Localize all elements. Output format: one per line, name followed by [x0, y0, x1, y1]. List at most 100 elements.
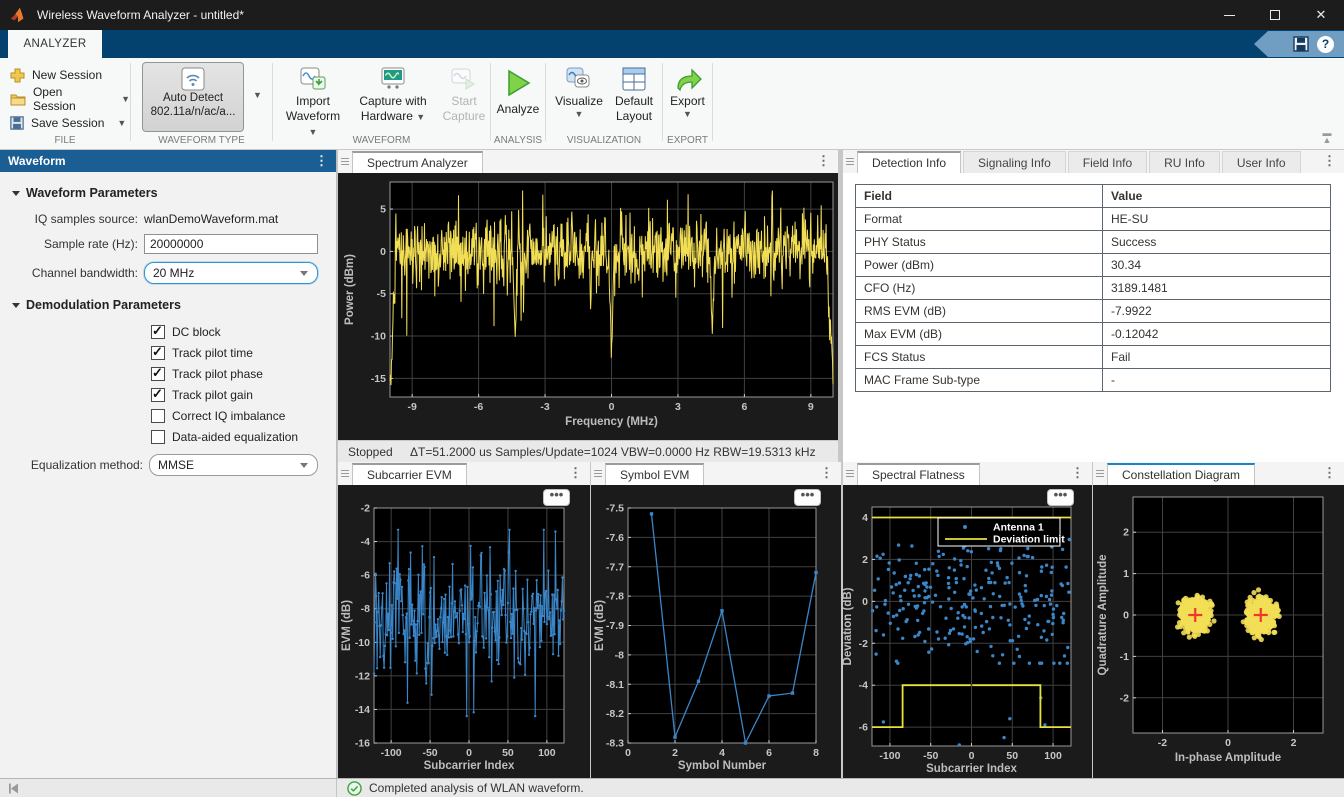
svg-text:-9: -9 — [407, 401, 416, 413]
close-button[interactable]: ✕ — [1298, 0, 1344, 30]
table-header-value: Value — [1103, 185, 1331, 208]
checkbox-box[interactable] — [151, 409, 165, 423]
capture-dropdown-icon: ▼ — [416, 112, 425, 122]
tab-constellation-diagram[interactable]: Constellation Diagram — [1107, 463, 1255, 485]
checkbox-data-aided-equalization[interactable]: Data-aided equalization — [151, 429, 336, 444]
table-row[interactable]: FormatHE-SU — [856, 208, 1331, 231]
checkbox-box[interactable] — [151, 430, 165, 444]
value-cell: Success — [1103, 231, 1331, 254]
svg-text:-8.1: -8.1 — [606, 679, 624, 691]
equalization-method-dropdown[interactable]: MMSE — [149, 454, 318, 476]
tab-spectral-flatness[interactable]: Spectral Flatness — [857, 463, 980, 485]
plot-toolbar-dots-button[interactable]: ••• — [1047, 489, 1074, 506]
open-session-button[interactable]: Open Session ▼ — [0, 87, 130, 111]
checkbox-box[interactable] — [151, 388, 165, 402]
checkbox-correct-iq-imbalance[interactable]: Correct IQ imbalance — [151, 408, 336, 423]
checkbox-track-pilot-time[interactable]: Track pilot time — [151, 345, 336, 360]
tab-signaling-info[interactable]: Signaling Info — [963, 151, 1066, 173]
panel-drag-handle[interactable] — [338, 150, 352, 173]
panel-drag-handle[interactable] — [338, 462, 352, 485]
panel-drag-handle[interactable] — [1093, 462, 1107, 485]
checkbox-box[interactable] — [151, 325, 165, 339]
table-row[interactable]: FCS StatusFail — [856, 346, 1331, 369]
matlab-logo-icon — [9, 6, 27, 24]
import-waveform-button[interactable]: Import Waveform ▼ — [285, 64, 341, 139]
tab-subcarrier-evm[interactable]: Subcarrier EVM — [352, 463, 467, 485]
export-dropdown-icon[interactable]: ▼ — [683, 109, 692, 119]
table-row[interactable]: MAC Frame Sub-type- — [856, 369, 1331, 392]
waveform-parameters-header[interactable]: Waveform Parameters — [0, 186, 336, 200]
checkbox-box[interactable] — [151, 346, 165, 360]
help-icon[interactable]: ? — [1317, 36, 1334, 53]
svg-text:EVM (dB): EVM (dB) — [341, 600, 353, 651]
minimize-button[interactable] — [1206, 0, 1252, 30]
svg-text:-14: -14 — [355, 704, 370, 716]
waveform-panel-menu-icon[interactable]: ⋮ — [315, 153, 328, 169]
collapse-panel-icon[interactable] — [8, 783, 20, 794]
capture-with-hardware-button[interactable]: Capture with Hardware ▼ — [351, 64, 435, 124]
tab-field-info[interactable]: Field Info — [1068, 151, 1147, 173]
svg-text:-2: -2 — [1120, 692, 1129, 704]
tab-ru-info[interactable]: RU Info — [1149, 151, 1220, 173]
save-session-button[interactable]: Save Session ▼ — [0, 111, 130, 135]
spectrum-panel-menu-icon[interactable]: ⋮ — [817, 153, 830, 169]
checkbox-box[interactable] — [151, 367, 165, 381]
tab-symbol-evm[interactable]: Symbol EVM — [605, 463, 704, 485]
info-panel-menu-icon[interactable]: ⋮ — [1323, 153, 1336, 169]
table-row[interactable]: CFO (Hz)3189.1481 — [856, 277, 1331, 300]
maximize-button[interactable] — [1252, 0, 1298, 30]
save-session-dropdown-icon[interactable]: ▼ — [117, 118, 126, 128]
svg-text:-4: -4 — [859, 680, 868, 692]
iq-samples-source-value: wlanDemoWaveform.mat — [144, 212, 278, 226]
panel-drag-handle[interactable] — [843, 150, 857, 173]
export-button[interactable]: Export ▼ — [664, 64, 711, 119]
field-cell: RMS EVM (dB) — [856, 300, 1103, 323]
demodulation-parameters-header[interactable]: Demodulation Parameters — [0, 298, 336, 312]
title-bar: Wireless Waveform Analyzer - untitled* ✕ — [0, 0, 1344, 30]
detection-info-panel: Detection InfoSignaling InfoField InfoRU… — [843, 150, 1344, 462]
svg-text:-6: -6 — [474, 401, 483, 413]
svg-text:-10: -10 — [355, 637, 370, 649]
auto-detect-button[interactable]: Auto Detect 802.11a/n/ac/a... — [142, 62, 244, 132]
table-row[interactable]: PHY StatusSuccess — [856, 231, 1331, 254]
table-row[interactable]: RMS EVM (dB)-7.9922 — [856, 300, 1331, 323]
status-message: Completed analysis of WLAN waveform. — [369, 781, 584, 795]
checkbox-track-pilot-phase[interactable]: Track pilot phase — [151, 366, 336, 381]
table-row[interactable]: Max EVM (dB)-0.12042 — [856, 323, 1331, 346]
svg-text:Subcarrier Index: Subcarrier Index — [424, 760, 515, 772]
value-cell: Fail — [1103, 346, 1331, 369]
subcarrier-panel-menu-icon[interactable]: ⋮ — [569, 465, 582, 481]
flatness-panel-menu-icon[interactable]: ⋮ — [1071, 465, 1084, 481]
collapse-ribbon-icon[interactable]: ▬▲ — [1318, 130, 1336, 144]
default-layout-icon — [621, 66, 647, 92]
spectrum-status-strip: Stopped ΔT=51.2000 us Samples/Update=102… — [338, 440, 838, 462]
waveform-type-dropdown-icon[interactable]: ▼ — [253, 90, 262, 100]
analyze-button[interactable]: Analyze — [493, 64, 543, 117]
tab-detection-info[interactable]: Detection Info — [857, 151, 961, 173]
constellation-panel-menu-icon[interactable]: ⋮ — [1323, 465, 1336, 481]
open-session-dropdown-icon[interactable]: ▼ — [121, 94, 130, 104]
value-cell: HE-SU — [1103, 208, 1331, 231]
default-layout-button[interactable]: Default Layout — [608, 64, 660, 124]
field-cell: MAC Frame Sub-type — [856, 369, 1103, 392]
visualize-button[interactable]: Visualize ▼ — [550, 64, 608, 119]
visualize-dropdown-icon[interactable]: ▼ — [575, 109, 584, 119]
new-session-button[interactable]: New Session — [0, 63, 130, 87]
equalization-method-label: Equalization method: — [0, 458, 143, 472]
quick-save-icon[interactable] — [1293, 36, 1309, 52]
spectrum-analyzer-panel: Spectrum Analyzer ⋮ -9-6-3036950-5-10-15… — [338, 150, 838, 462]
tab-analyzer[interactable]: ANALYZER — [8, 30, 102, 58]
channel-bandwidth-dropdown[interactable]: 20 MHz — [144, 262, 318, 284]
plot-toolbar-dots-button[interactable]: ••• — [543, 489, 570, 506]
plot-toolbar-dots-button[interactable]: ••• — [794, 489, 821, 506]
checkbox-track-pilot-gain[interactable]: Track pilot gain — [151, 387, 336, 402]
sample-rate-input[interactable] — [144, 234, 318, 254]
main-area: Waveform ⋮ Waveform Parameters IQ sample… — [0, 150, 1344, 778]
table-row[interactable]: Power (dBm)30.34 — [856, 254, 1331, 277]
tab-spectrum-analyzer[interactable]: Spectrum Analyzer — [352, 151, 483, 173]
panel-drag-handle[interactable] — [843, 462, 857, 485]
checkbox-dc-block[interactable]: DC block — [151, 324, 336, 339]
symbol-panel-menu-icon[interactable]: ⋮ — [820, 465, 833, 481]
panel-drag-handle[interactable] — [591, 462, 605, 485]
tab-user-info[interactable]: User Info — [1222, 151, 1301, 173]
